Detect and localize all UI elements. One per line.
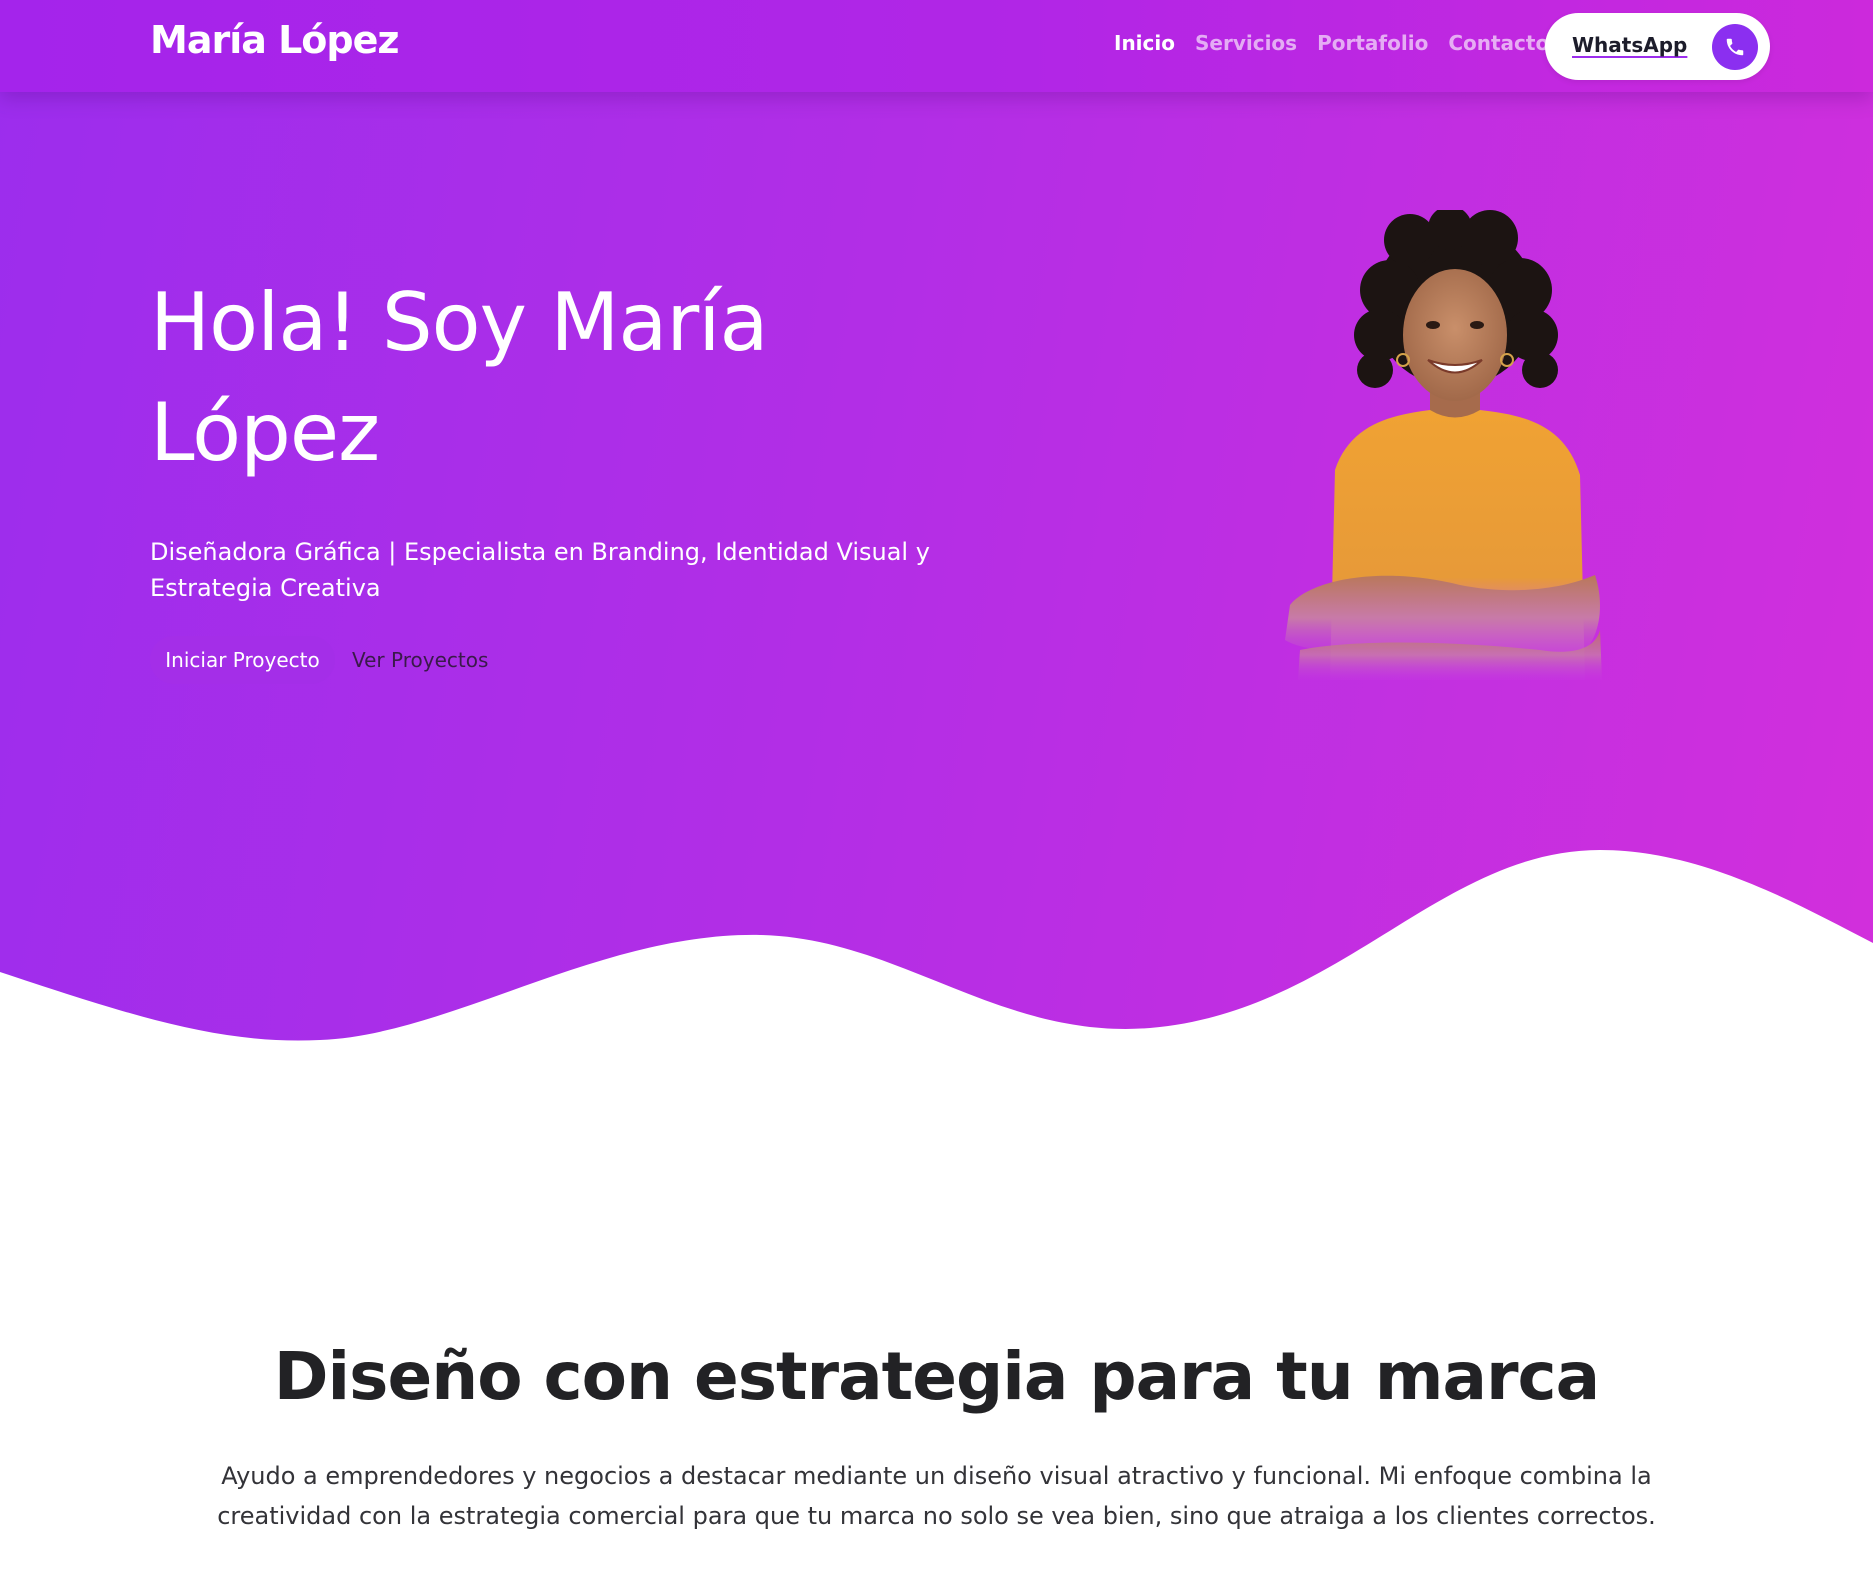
portrait-image	[1280, 210, 1610, 770]
hero-title-line1: Hola! Soy María	[150, 276, 769, 369]
view-projects-link[interactable]: Ver Proyectos	[352, 648, 488, 672]
start-project-button[interactable]: Iniciar Proyecto	[150, 636, 335, 684]
whatsapp-button[interactable]: WhatsApp	[1545, 13, 1770, 80]
navbar: María López Inicio Servicios Portafolio …	[0, 0, 1873, 92]
nav-link-servicios[interactable]: Servicios	[1195, 31, 1297, 55]
brand-logo[interactable]: María López	[150, 18, 400, 62]
hero-subtitle: Diseñadora Gráfica | Especialista en Bra…	[150, 538, 930, 602]
intro-title: Diseño con estrategia para tu marca	[273, 1338, 1600, 1415]
intro-text: Ayudo a emprendedores y negocios a desta…	[217, 1462, 1656, 1530]
whatsapp-label: WhatsApp	[1572, 33, 1688, 57]
main-nav: Inicio Servicios Portafolio Contacto	[1114, 31, 1569, 55]
hero-title: Hola! Soy María López	[150, 268, 970, 488]
hero-title-line2: López	[150, 386, 380, 479]
nav-link-contacto[interactable]: Contacto	[1448, 31, 1549, 55]
nav-link-inicio[interactable]: Inicio	[1114, 31, 1175, 55]
hero-section	[0, 0, 1873, 1060]
phone-icon	[1712, 24, 1758, 70]
nav-link-portafolio[interactable]: Portafolio	[1317, 31, 1428, 55]
